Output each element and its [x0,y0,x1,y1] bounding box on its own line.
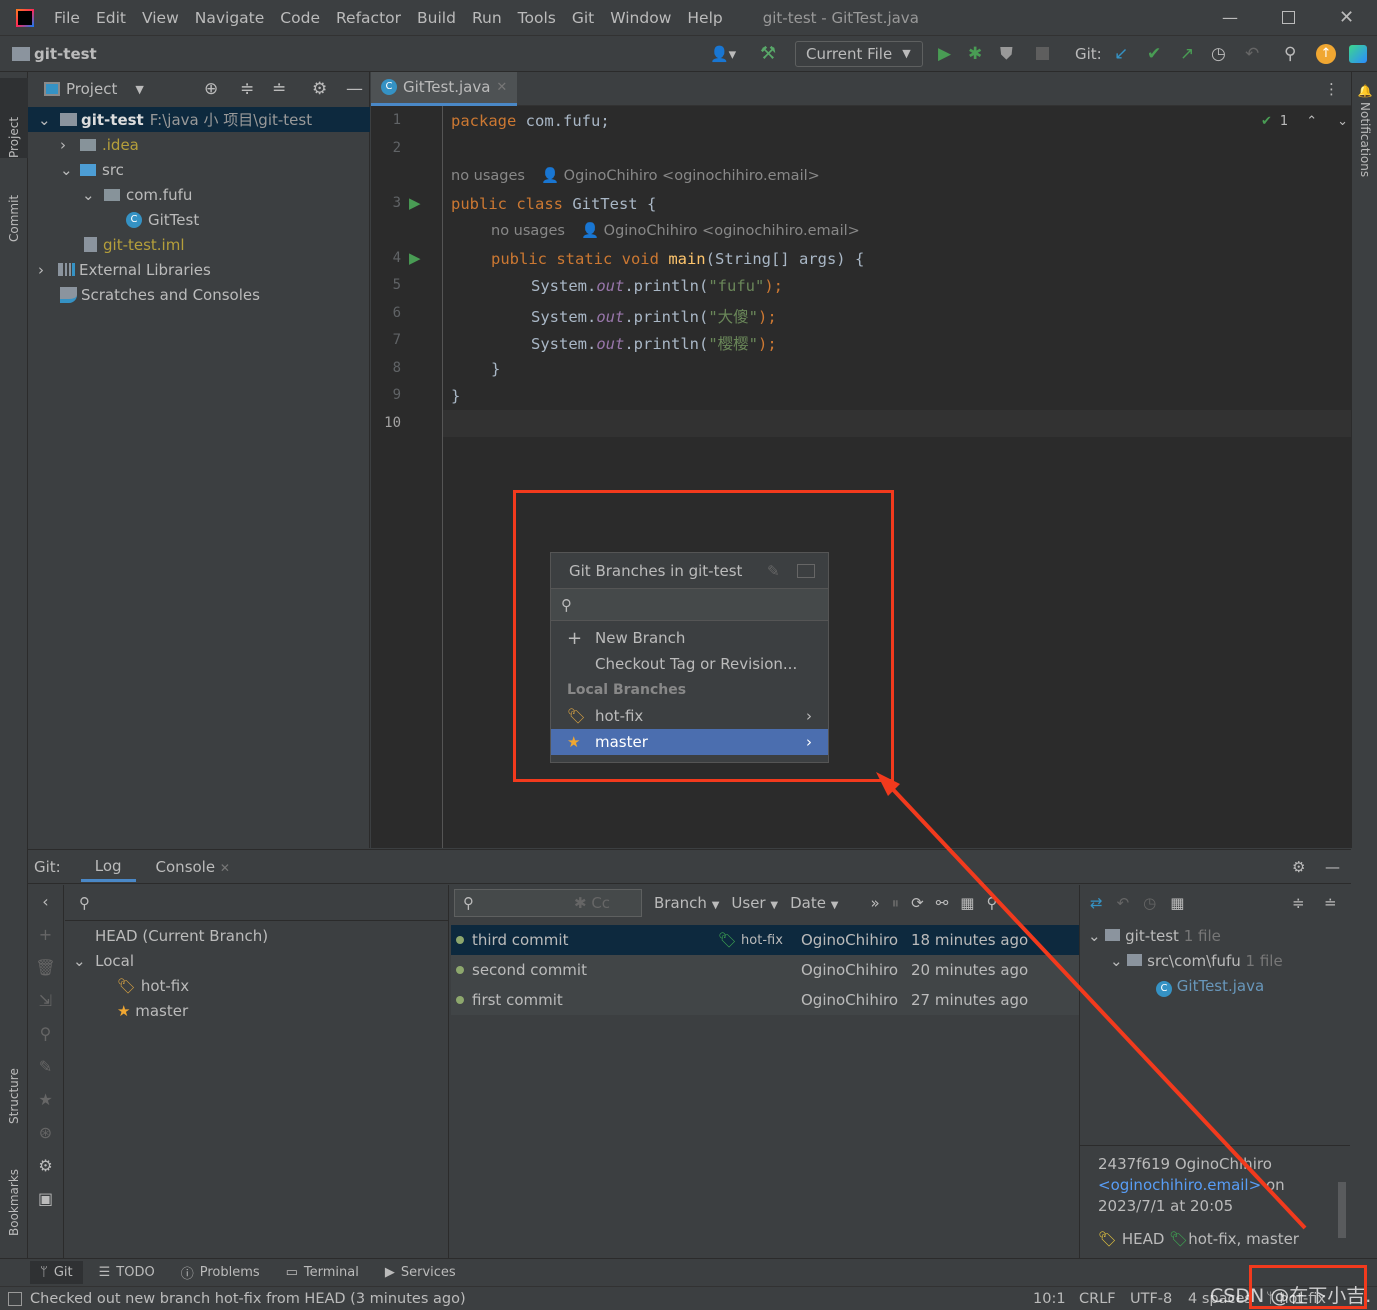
arrow-line [884,780,1307,1230]
annotation-arrow [876,772,1307,1230]
